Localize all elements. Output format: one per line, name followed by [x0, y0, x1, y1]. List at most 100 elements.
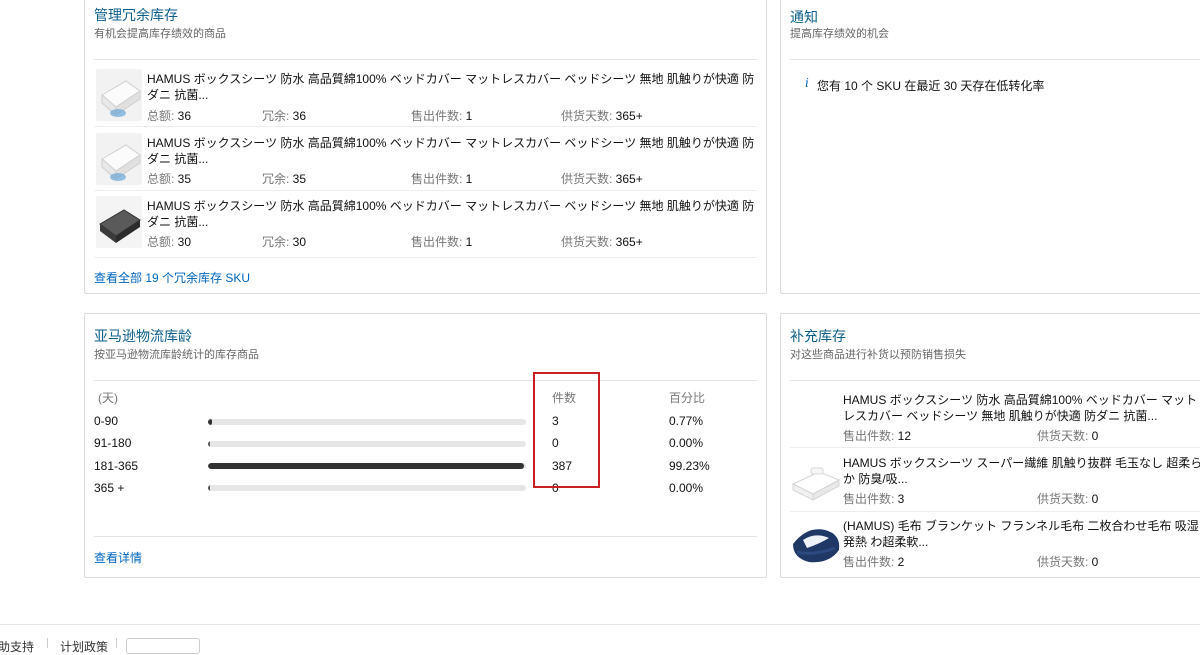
total-label: 总额:: [147, 235, 178, 249]
supply-stat: 供货天数: 365+: [561, 233, 643, 250]
row-divider: [94, 257, 757, 258]
product-title[interactable]: HAMUS ボックスシーツ スーパー繊維 肌触り抜群 毛玉なし 超柔らか 防臭/…: [843, 455, 1200, 487]
sold-value: 1: [465, 235, 473, 249]
supply-value: 365+: [615, 109, 643, 123]
age-bar-fill: [208, 419, 212, 425]
sold-value: 12: [897, 429, 912, 443]
product-title[interactable]: HAMUS ボックスシーツ 防水 高品質綿100% ベッドカバー マットレスカバ…: [147, 198, 759, 230]
inventory-age-subtitle: 按亚马逊物流库龄统计的库存商品: [94, 349, 259, 361]
sold-label: 售出件数:: [843, 429, 898, 443]
supply-label: 供货天数:: [561, 172, 616, 186]
restock-card: 补充库存 对这些商品进行补货以预防销售损失 HAMUS ボックスシーツ 防水 高…: [780, 313, 1200, 578]
sold-stat: 售出件数: 2: [843, 553, 904, 570]
age-percent: 99.23%: [669, 459, 710, 473]
total-stat: 总额: 30: [147, 233, 191, 250]
supply-label: 供货天数:: [561, 235, 616, 249]
units-highlight-box: [533, 372, 600, 488]
restock-subtitle: 对这些商品进行补货以预防销售损失: [790, 349, 966, 361]
sold-label: 售出件数:: [843, 555, 898, 569]
excess-inventory-title: 管理冗余库存: [94, 7, 178, 23]
divider: [94, 59, 757, 60]
supply-label: 供货天数:: [1037, 492, 1092, 506]
view-all-excess-link[interactable]: 查看全部 19 个冗余库存 SKU: [94, 269, 250, 286]
sold-label: 售出件数:: [411, 172, 466, 186]
sold-stat: 售出件数: 1: [411, 233, 472, 250]
excess-value: 30: [292, 235, 307, 249]
supply-stat: 供货天数: 0: [1037, 427, 1098, 444]
age-bar-fill: [208, 441, 210, 447]
sold-stat: 售出件数: 3: [843, 490, 904, 507]
inventory-age-card: 亚马逊物流库龄 按亚马逊物流库龄统计的库存商品 (天) 件数 百分比 0-90 …: [84, 313, 767, 578]
footer-help-link[interactable]: 帮助支持: [0, 638, 34, 655]
product-thumbnail[interactable]: [789, 516, 843, 568]
age-bar: [208, 485, 526, 491]
supply-label: 供货天数:: [1037, 555, 1092, 569]
age-percent: 0.00%: [669, 481, 704, 495]
days-column-header: (天): [98, 391, 118, 405]
view-details-link[interactable]: 查看详情: [94, 549, 142, 566]
product-title[interactable]: HAMUS ボックスシーツ 防水 高品質綿100% ベッドカバー マットレスカバ…: [843, 392, 1200, 424]
notifications-title: 通知: [790, 9, 818, 25]
product-thumbnail[interactable]: [96, 133, 142, 185]
footer-separator: [116, 638, 117, 648]
total-value: 30: [177, 235, 192, 249]
sold-label: 售出件数:: [843, 492, 898, 506]
excess-inventory-subtitle: 有机会提高库存绩效的商品: [94, 28, 226, 40]
footer-divider: [0, 624, 1200, 625]
supply-value: 0: [1091, 492, 1099, 506]
total-label: 总额:: [147, 172, 178, 186]
age-percent: 0.00%: [669, 436, 704, 450]
supply-value: 365+: [615, 235, 643, 249]
supply-stat: 供货天数: 365+: [561, 170, 643, 187]
excess-value: 36: [292, 109, 307, 123]
product-thumbnail[interactable]: [789, 454, 841, 504]
language-select[interactable]: [126, 638, 200, 654]
age-range: 181-365: [94, 459, 139, 473]
age-bar-fill: [208, 463, 524, 469]
sold-label: 售出件数:: [411, 235, 466, 249]
excess-label: 冗余:: [262, 109, 293, 123]
age-range: 91-180: [94, 436, 132, 450]
supply-stat: 供货天数: 0: [1037, 553, 1098, 570]
age-percent: 0.77%: [669, 414, 704, 428]
divider: [94, 380, 757, 381]
sold-value: 1: [465, 109, 473, 123]
product-title[interactable]: HAMUS ボックスシーツ 防水 高品質綿100% ベッドカバー マットレスカバ…: [147, 135, 759, 167]
notification-message[interactable]: 您有 10 个 SKU 在最近 30 天存在低转化率: [817, 77, 1044, 94]
sold-value: 1: [465, 172, 473, 186]
product-title[interactable]: (HAMUS) 毛布 ブランケット フランネル毛布 二枚合わせ毛布 吸湿発熱 わ…: [843, 518, 1200, 550]
product-thumbnail[interactable]: [96, 196, 142, 248]
row-divider: [790, 447, 1200, 448]
supply-stat: 供货天数: 365+: [561, 107, 643, 124]
row-divider: [94, 126, 757, 127]
total-label: 总额:: [147, 109, 178, 123]
divider: [94, 536, 757, 537]
supply-label: 供货天数:: [1037, 429, 1092, 443]
supply-stat: 供货天数: 0: [1037, 490, 1098, 507]
product-title[interactable]: HAMUS ボックスシーツ 防水 高品質綿100% ベッドカバー マットレスカバ…: [147, 71, 759, 103]
sold-label: 售出件数:: [411, 109, 466, 123]
footer-separator: [47, 638, 48, 648]
excess-label: 冗余:: [262, 235, 293, 249]
age-bar-fill: [208, 485, 210, 491]
sold-value: 3: [897, 492, 905, 506]
age-bar: [208, 419, 526, 425]
sold-value: 2: [897, 555, 905, 569]
supply-label: 供货天数:: [561, 109, 616, 123]
footer-policy-link[interactable]: 计划政策: [60, 638, 108, 655]
percent-column-header: 百分比: [669, 391, 706, 405]
supply-value: 0: [1091, 555, 1099, 569]
total-stat: 总额: 35: [147, 170, 191, 187]
excess-stat: 冗余: 36: [262, 107, 306, 124]
info-icon: i: [805, 76, 809, 90]
product-thumbnail[interactable]: [96, 69, 142, 121]
row-divider: [94, 190, 757, 191]
sold-stat: 售出件数: 12: [843, 427, 911, 444]
excess-label: 冗余:: [262, 172, 293, 186]
divider: [790, 59, 1200, 60]
total-value: 35: [177, 172, 192, 186]
sold-stat: 售出件数: 1: [411, 170, 472, 187]
age-bar: [208, 463, 526, 469]
notifications-subtitle: 提高库存绩效的机会: [790, 28, 889, 40]
inventory-age-title: 亚马逊物流库龄: [94, 328, 192, 344]
